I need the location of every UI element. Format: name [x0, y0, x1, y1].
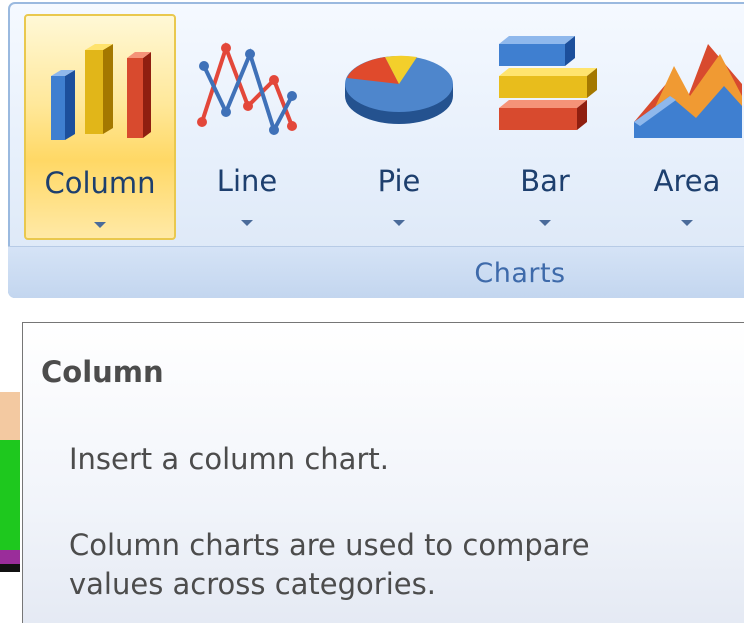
line-chart-button[interactable]: Line — [182, 14, 312, 240]
charts-group-footer — [8, 246, 744, 298]
column-tooltip: Column Insert a column chart. Column cha… — [22, 322, 744, 623]
cell-fill-green — [0, 440, 20, 550]
line-chart-label: Line — [216, 164, 278, 198]
tooltip-detail-line-2: values across categories. — [69, 567, 436, 601]
area-chart-label: Area — [653, 164, 721, 198]
pie-chart-icon — [334, 26, 464, 146]
line-dropdown-arrow-icon[interactable] — [241, 220, 253, 226]
pie-dropdown-arrow-icon[interactable] — [393, 220, 405, 226]
bar-chart-label: Bar — [520, 164, 570, 198]
column-chart-button[interactable]: Column — [24, 14, 176, 240]
area-dropdown-arrow-icon[interactable] — [681, 220, 693, 226]
column-chart-label: Column — [44, 166, 156, 200]
screen: Charts Column Line Pie Bar Area Column I… — [0, 0, 744, 623]
cell-fill-black — [0, 564, 20, 572]
tooltip-description: Insert a column chart. — [69, 442, 389, 476]
line-chart-icon — [182, 26, 312, 146]
bar-chart-icon — [480, 26, 610, 146]
bar-dropdown-arrow-icon[interactable] — [539, 220, 551, 226]
pie-chart-label: Pie — [377, 164, 421, 198]
tooltip-detail-line-1: Column charts are used to compare — [69, 528, 590, 562]
bar-chart-button[interactable]: Bar — [480, 14, 610, 240]
area-chart-icon — [630, 26, 744, 146]
column-dropdown-arrow-icon[interactable] — [94, 222, 106, 228]
area-chart-button[interactable]: Area — [630, 14, 744, 240]
cell-fill-purple — [0, 550, 20, 564]
pie-chart-button[interactable]: Pie — [334, 14, 464, 240]
cell-fill-peach — [0, 392, 20, 442]
column-chart-icon — [26, 28, 174, 148]
group-label: Charts — [474, 258, 566, 289]
tooltip-title: Column — [41, 355, 164, 389]
